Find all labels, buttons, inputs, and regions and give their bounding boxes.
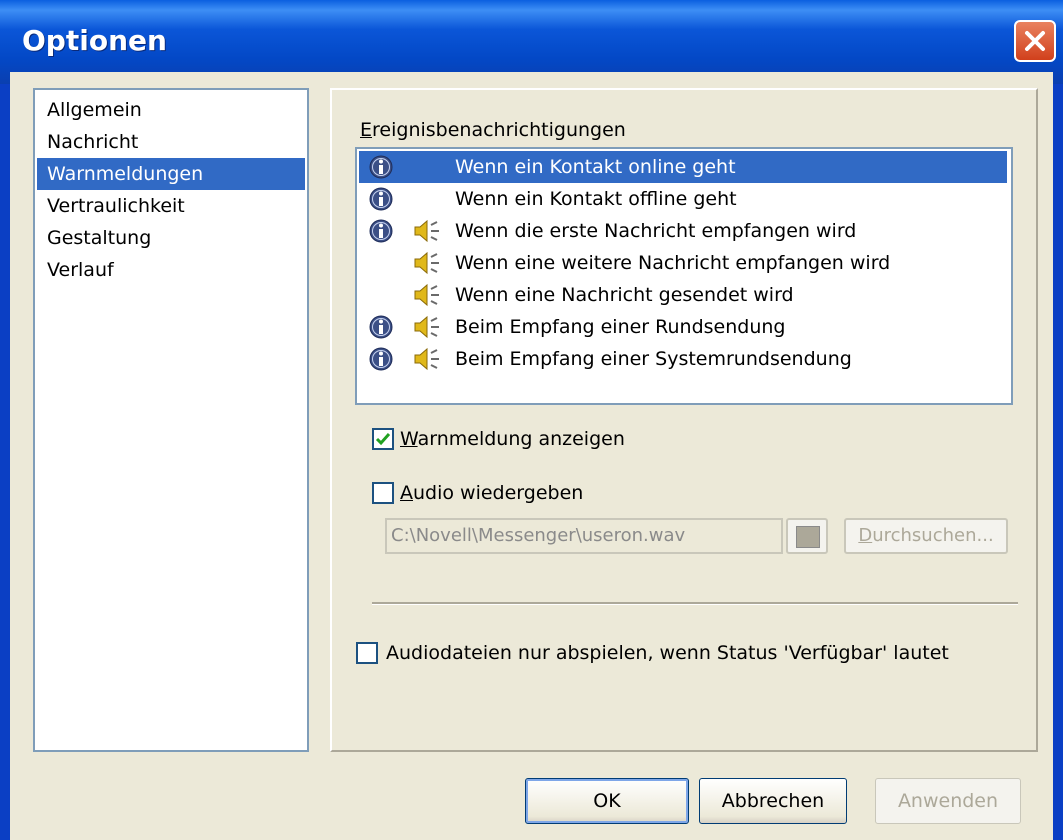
- event-row[interactable]: Wenn die erste Nachricht empfangen wird: [359, 215, 1007, 247]
- only-available-label[interactable]: Audiodateien nur abspielen, wenn Status …: [386, 642, 949, 664]
- category-item-vertraulichkeit[interactable]: Vertraulichkeit: [37, 190, 305, 222]
- event-row[interactable]: Beim Empfang einer Rundsendung: [359, 311, 1007, 343]
- event-notification-list[interactable]: Wenn ein Kontakt online geht Wenn ein Kon…: [355, 147, 1013, 405]
- close-icon: [1025, 31, 1045, 51]
- play-audio-label[interactable]: Audio wiedergeben: [400, 482, 583, 504]
- info-icon: [369, 219, 393, 243]
- audio-file-path-field[interactable]: C:\Novell\Messenger\useron.wav: [385, 518, 783, 554]
- play-audio-checkbox[interactable]: [372, 482, 394, 504]
- close-button[interactable]: [1014, 20, 1056, 62]
- options-dialog: Optionen Allgemein Nachricht Warnmeldung…: [0, 0, 1063, 840]
- info-icon: [369, 315, 393, 339]
- category-item-nachricht[interactable]: Nachricht: [37, 126, 305, 158]
- separator-line: [372, 602, 1018, 605]
- speaker-icon: [413, 251, 443, 275]
- play-square-icon: [796, 526, 820, 548]
- event-row[interactable]: Wenn eine Nachricht gesendet wird: [359, 279, 1007, 311]
- cancel-button[interactable]: Abbrechen: [699, 778, 847, 824]
- event-row[interactable]: Wenn ein Kontakt offline geht: [359, 183, 1007, 215]
- only-available-checkbox[interactable]: [356, 642, 378, 664]
- category-item-warnmeldungen[interactable]: Warnmeldungen: [37, 158, 305, 190]
- event-label: Beim Empfang einer Rundsendung: [455, 316, 786, 338]
- play-audio-label-rest: udio wiedergeben: [413, 482, 584, 504]
- event-label: Wenn ein Kontakt offline geht: [455, 188, 737, 210]
- show-alert-label[interactable]: Warnmeldung anzeigen: [400, 428, 625, 450]
- info-icon: [369, 347, 393, 371]
- event-label: Wenn die erste Nachricht empfangen wird: [455, 220, 857, 242]
- event-label: Wenn eine weitere Nachricht empfangen wi…: [455, 252, 891, 274]
- info-icon: [369, 187, 393, 211]
- event-label: Wenn ein Kontakt online geht: [455, 156, 736, 178]
- browse-label-rest: urchsuchen...: [872, 525, 994, 546]
- event-row[interactable]: Beim Empfang einer Systemrundsendung: [359, 343, 1007, 375]
- dialog-client-area: Allgemein Nachricht Warnmeldungen Vertra…: [10, 72, 1053, 840]
- browse-button[interactable]: Durchsuchen...: [844, 518, 1008, 554]
- event-label: Wenn eine Nachricht gesendet wird: [455, 284, 794, 306]
- event-label: Beim Empfang einer Systemrundsendung: [455, 348, 852, 370]
- info-icon: [369, 155, 393, 179]
- window-title: Optionen: [22, 24, 167, 57]
- event-row[interactable]: Wenn eine weitere Nachricht empfangen wi…: [359, 247, 1007, 279]
- speaker-icon: [413, 283, 443, 307]
- ok-button[interactable]: OK: [525, 778, 689, 824]
- category-item-verlauf[interactable]: Verlauf: [37, 254, 305, 286]
- play-sound-button[interactable]: [786, 518, 828, 554]
- speaker-icon: [413, 347, 443, 371]
- apply-button[interactable]: Anwenden: [875, 778, 1021, 824]
- events-group-label-rest: reignisbenachrichtigungen: [372, 119, 626, 141]
- category-item-allgemein[interactable]: Allgemein: [37, 94, 305, 126]
- checkmark-icon: [375, 433, 391, 446]
- speaker-icon: [413, 219, 443, 243]
- category-item-gestaltung[interactable]: Gestaltung: [37, 222, 305, 254]
- event-row[interactable]: Wenn ein Kontakt online geht: [359, 151, 1007, 183]
- events-group-label: Ereignisbenachrichtigungen: [360, 119, 626, 141]
- show-alert-label-rest: arnmeldung anzeigen: [417, 428, 625, 450]
- show-alert-checkbox[interactable]: [372, 428, 394, 450]
- speaker-icon: [413, 315, 443, 339]
- category-list[interactable]: Allgemein Nachricht Warnmeldungen Vertra…: [33, 88, 309, 752]
